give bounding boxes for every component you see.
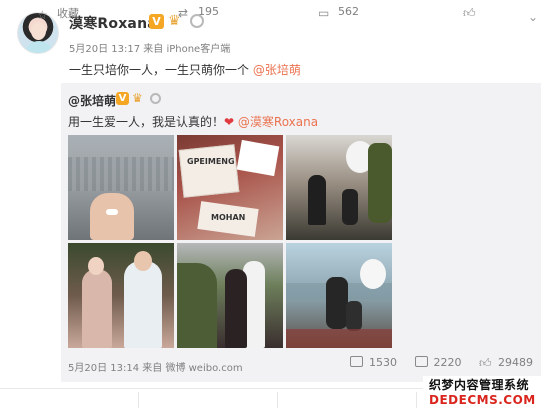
balloon-shape (360, 259, 386, 289)
comment-button[interactable]: ▭ 562 (318, 5, 359, 19)
verified-badge-icon: V (116, 92, 129, 105)
photo-thumbnail[interactable] (68, 135, 174, 240)
chevron-down-icon[interactable]: ⌄ (528, 10, 538, 24)
face-shape (88, 257, 104, 275)
person-shape (124, 261, 162, 348)
post-mention-link[interactable]: @张培萌 (253, 63, 301, 77)
card-text-2: MOHAN (211, 213, 246, 222)
photo-thumbnail[interactable] (68, 243, 174, 348)
petals-shape (286, 329, 392, 348)
repost-stats: 1530 2220 👍︎ 29489 (336, 356, 533, 369)
crown-icon: ♛ (132, 91, 143, 105)
person-shape (326, 277, 348, 329)
favorite-label: 收藏 (57, 7, 79, 20)
person-shape (225, 269, 247, 348)
post-username[interactable]: 漠寒Roxana (69, 13, 157, 33)
repost-text: 用一生爱一人，我是认真的！❤ @漠寒Roxana (68, 113, 318, 130)
comment-count: 2220 (433, 356, 462, 369)
repost-meta: 5月20日 13:14 来自 微博 weibo.com (68, 363, 243, 374)
verified-badge-icon: V (149, 14, 164, 29)
box-shape (236, 139, 280, 177)
repost-count: 1530 (369, 356, 397, 369)
card-shape (178, 144, 240, 198)
heart-icon: ❤ (224, 115, 235, 129)
photo-thumbnail[interactable]: GPEIMENG MOHAN (177, 135, 283, 240)
person-shape (308, 175, 326, 225)
ring-icon (150, 93, 161, 104)
comment-icon: ▭ (318, 6, 330, 20)
repost-username[interactable]: @张培萌 (68, 92, 116, 109)
repost-box: @张培萌 V ♛ 用一生爱一人，我是认真的！❤ @漠寒Roxana GPEIME… (61, 83, 541, 382)
divider (138, 392, 139, 408)
like-count: 29489 (498, 356, 533, 369)
photo-grid: GPEIMENG MOHAN (68, 135, 393, 350)
person-shape (346, 301, 362, 331)
card-text-1: GPEIMENG (187, 157, 235, 166)
avatar-body (24, 41, 54, 53)
comment-count: 562 (338, 5, 359, 18)
repost-count: 195 (198, 5, 219, 18)
photo-thumbnail[interactable] (177, 243, 283, 348)
repost-stat-like[interactable]: 👍︎ 29489 (479, 356, 533, 369)
repost-button[interactable]: ⇄ 195 (178, 5, 219, 19)
person-shape (82, 269, 112, 348)
face-shape (134, 251, 152, 271)
like-icon: 👍︎ (463, 6, 476, 20)
ring-shape (106, 209, 118, 215)
flower-arch-shape (368, 143, 392, 223)
repost-icon (350, 356, 363, 367)
photo-thumbnail[interactable] (286, 135, 392, 240)
repost-mention-link[interactable]: @漠寒Roxana (238, 115, 318, 129)
flower-arch-shape (177, 263, 217, 348)
favorite-button[interactable]: ☆ 收藏 (37, 5, 79, 21)
like-icon: 👍︎ (479, 356, 492, 370)
watermark-line-1: 织梦内容管理系统 (429, 378, 530, 392)
hands-shape (90, 193, 134, 240)
divider (416, 392, 417, 408)
post-text-main: 一生只培你一人，一生只萌你一个 (69, 63, 253, 77)
repost-stat-comment[interactable]: 2220 (414, 356, 462, 369)
repost-icon: ⇄ (178, 6, 189, 20)
stadium-shape (68, 157, 174, 191)
photo-thumbnail[interactable] (286, 243, 392, 348)
repost-text-main: 用一生爱一人，我是认真的！ (68, 115, 225, 129)
post-meta: 5月20日 13:17 来自 iPhone客户端 (69, 44, 231, 55)
person-shape (342, 189, 358, 225)
divider (277, 392, 278, 408)
repost-stat-repost[interactable]: 1530 (350, 356, 397, 369)
star-icon: ☆ (37, 8, 48, 22)
weibo-post-card: 漠寒Roxana V ♛ ⌄ 5月20日 13:17 来自 iPhone客户端 … (0, 0, 554, 412)
like-button[interactable]: 👍︎ (463, 5, 483, 19)
avatar-face (31, 22, 46, 40)
watermark: 织梦内容管理系统 DEDECMS.COM (423, 376, 554, 412)
watermark-line-2: DEDECMS.COM (429, 393, 536, 407)
post-text: 一生只培你一人，一生只萌你一个 @张培萌 (69, 61, 301, 78)
comment-icon (414, 356, 428, 367)
